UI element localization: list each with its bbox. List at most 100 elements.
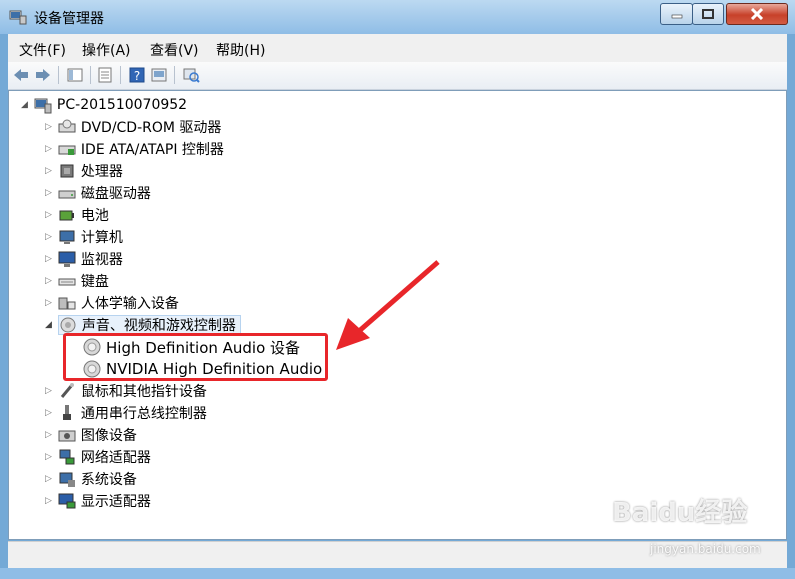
tree-item-processor[interactable]: ▷ 处理器 (45, 160, 123, 182)
close-button[interactable] (726, 3, 788, 25)
usb-icon (62, 405, 71, 420)
tree-item-system[interactable]: ▷ 系统设备 (45, 468, 137, 490)
tree-item-label: 图像设备 (80, 428, 137, 444)
toolbar-separator (174, 66, 175, 84)
tree-item-label: 磁盘驱动器 (80, 186, 151, 202)
tree-root[interactable]: ◢ PC-201510070952 (21, 94, 187, 116)
selected-category[interactable]: 声音、视频和游戏控制器 (57, 315, 241, 335)
dvd-drive-icon (58, 119, 76, 133)
expand-arrow-icon[interactable]: ▷ (45, 430, 52, 440)
window-frame-bottom (0, 568, 795, 579)
mouse-icon (60, 383, 74, 398)
window-title: 设备管理器 (34, 11, 104, 27)
tree-item-monitor[interactable]: ▷ 监视器 (45, 248, 123, 270)
minimize-button[interactable] (660, 3, 693, 25)
computer-icon (59, 230, 75, 244)
tree-item-hid[interactable]: ▷ 人体学输入设备 (45, 292, 179, 314)
network-icon (59, 449, 75, 465)
tree-item-imaging[interactable]: ▷ 图像设备 (45, 424, 137, 446)
toolbar-separator (120, 66, 121, 84)
monitor-icon (58, 251, 76, 267)
menu-help[interactable]: 帮助(H) (216, 40, 265, 60)
tree-item-keyboard[interactable]: ▷ 键盘 (45, 270, 109, 292)
minimize-icon (671, 14, 682, 19)
expand-arrow-icon[interactable]: ▷ (45, 188, 52, 198)
tree-item-label: 处理器 (80, 164, 123, 180)
imaging-icon (58, 430, 76, 442)
expand-arrow-icon[interactable]: ▷ (45, 232, 52, 242)
help-icon[interactable]: ? (128, 66, 146, 84)
tree-item-usb[interactable]: ▷ 通用串行总线控制器 (45, 402, 207, 424)
annotation-highlight-box (63, 333, 328, 381)
tree-item-display-adapter[interactable]: ▷ 显示适配器 (45, 490, 151, 512)
show-hide-tree-icon[interactable] (66, 66, 84, 84)
tree-item-label: 网络适配器 (80, 450, 151, 466)
computer-name: PC-201510070952 (56, 97, 188, 113)
scan-hardware-icon[interactable] (182, 66, 200, 84)
annotation-arrow (336, 260, 440, 350)
tree-item-label: 电池 (80, 208, 109, 224)
menu-action[interactable]: 操作(A) (82, 40, 131, 60)
tree-item-label: 键盘 (80, 274, 109, 290)
maximize-button[interactable] (692, 3, 724, 25)
menu-bar: 文件(F) 操作(A) 查看(V) 帮助(H) (8, 34, 787, 63)
forward-arrow-icon[interactable] (34, 66, 52, 84)
display-adapter-icon (58, 493, 76, 509)
toolbar: ? (8, 62, 787, 90)
computer-icon (34, 98, 52, 114)
tree-item-computer[interactable]: ▷ 计算机 (45, 226, 123, 248)
collapse-arrow-icon[interactable]: ◢ (21, 100, 28, 110)
tree-item-mouse[interactable]: ▷ 鼠标和其他指针设备 (45, 380, 207, 402)
expand-arrow-icon[interactable]: ▷ (45, 144, 52, 154)
battery-icon (59, 210, 74, 221)
toolbar-separator (90, 66, 91, 84)
device-manager-window: 设备管理器 文件(F) 操作(A) 查看(V) 帮助(H) ? ◢ PC-201… (0, 0, 795, 579)
processor-icon (60, 164, 74, 178)
keyboard-icon (58, 278, 76, 286)
ide-controller-icon (58, 145, 76, 155)
expand-arrow-icon[interactable]: ▷ (45, 386, 52, 396)
tree-item-label: 声音、视频和游戏控制器 (81, 318, 236, 334)
expand-arrow-icon[interactable]: ▷ (45, 408, 52, 418)
tree-item-label: 人体学输入设备 (80, 296, 179, 312)
expand-arrow-icon[interactable]: ▷ (45, 254, 52, 264)
expand-arrow-icon[interactable]: ▷ (45, 298, 52, 308)
tree-item-label: 鼠标和其他指针设备 (80, 384, 207, 400)
expand-arrow-icon[interactable]: ▷ (45, 474, 52, 484)
tree-item-label: DVD/CD-ROM 驱动器 (80, 120, 222, 136)
title-bar[interactable]: 设备管理器 (0, 0, 795, 34)
sound-icon (60, 317, 76, 333)
collapse-arrow-icon[interactable]: ◢ (45, 320, 52, 330)
tree-item-label: 系统设备 (80, 472, 137, 488)
menu-view[interactable]: 查看(V) (150, 40, 199, 60)
tree-item-label: 通用串行总线控制器 (80, 406, 207, 422)
menu-file[interactable]: 文件(F) (19, 40, 66, 60)
tree-item-disk[interactable]: ▷ 磁盘驱动器 (45, 182, 151, 204)
svg-text:?: ? (134, 69, 140, 83)
expand-arrow-icon[interactable]: ▷ (45, 122, 52, 132)
tree-item-label: 显示适配器 (80, 494, 151, 510)
update-driver-icon[interactable] (150, 66, 168, 84)
back-arrow-icon[interactable] (12, 66, 30, 84)
tree-item-ide[interactable]: ▷ IDE ATA/ATAPI 控制器 (45, 138, 224, 160)
system-icon (59, 472, 75, 487)
expand-arrow-icon[interactable]: ▷ (45, 210, 52, 220)
toolbar-separator (58, 66, 59, 84)
baidu-watermark-url: jingyan.baidu.com (650, 542, 761, 556)
expand-arrow-icon[interactable]: ▷ (45, 496, 52, 506)
tree-item-label: IDE ATA/ATAPI 控制器 (80, 142, 224, 158)
hid-icon (58, 297, 76, 310)
properties-icon[interactable] (96, 66, 114, 84)
tree-item-network[interactable]: ▷ 网络适配器 (45, 446, 151, 468)
disk-drive-icon (58, 190, 76, 199)
expand-arrow-icon[interactable]: ▷ (45, 166, 52, 176)
maximize-icon (702, 9, 714, 19)
tree-item-label: 监视器 (80, 252, 123, 268)
expand-arrow-icon[interactable]: ▷ (45, 452, 52, 462)
device-manager-icon (9, 10, 27, 25)
close-icon (750, 8, 764, 20)
tree-item-battery[interactable]: ▷ 电池 (45, 204, 109, 226)
expand-arrow-icon[interactable]: ▷ (45, 276, 52, 286)
tree-item-label: 计算机 (80, 230, 123, 246)
tree-item-dvd[interactable]: ▷ DVD/CD-ROM 驱动器 (45, 116, 221, 138)
